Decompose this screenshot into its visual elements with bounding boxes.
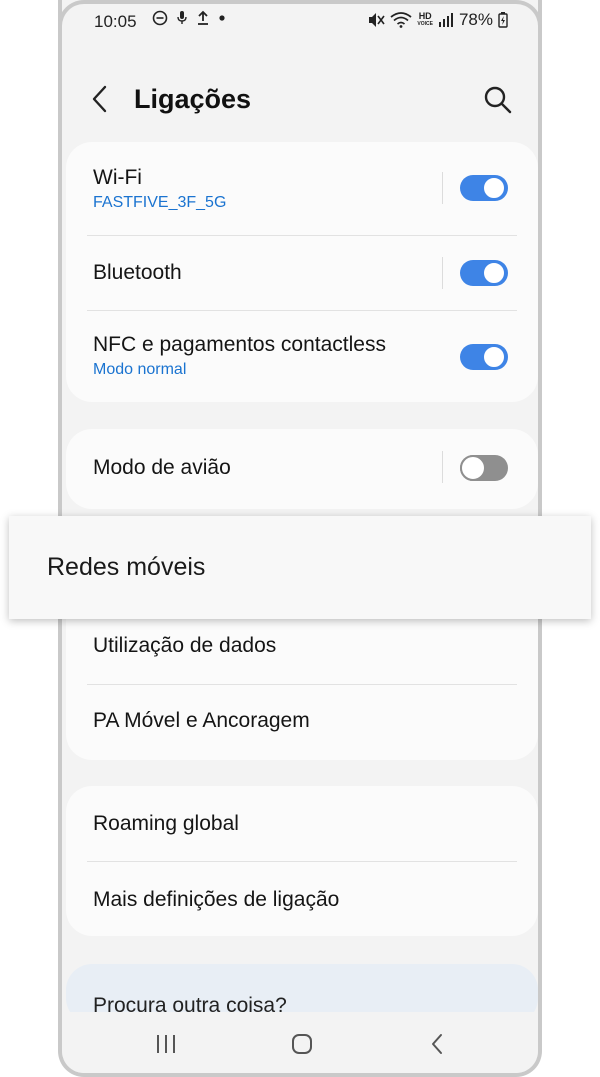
hd-label: HD xyxy=(418,11,432,21)
page-title: Ligações xyxy=(134,84,252,114)
airplane-card: Modo de avião xyxy=(66,429,538,509)
toggle-knob xyxy=(482,345,506,369)
search-icon[interactable] xyxy=(482,84,514,116)
hotspot-label: PA Móvel e Ancoragem xyxy=(93,709,310,732)
hotspot-row[interactable]: PA Móvel e Ancoragem xyxy=(66,685,538,760)
mute-icon xyxy=(369,13,386,27)
voice-label: VOICE xyxy=(417,21,433,27)
wifi-toggle[interactable] xyxy=(460,175,508,201)
hd-voice-icon: HD VOICE xyxy=(417,12,433,28)
toggle-knob xyxy=(460,455,486,481)
upload-icon xyxy=(198,10,208,25)
bluetooth-toggle[interactable] xyxy=(460,260,508,286)
more-card: Roaming global Mais definições de ligaçã… xyxy=(66,786,538,936)
bluetooth-row[interactable]: Bluetooth xyxy=(66,236,538,311)
nav-back-icon[interactable] xyxy=(426,1032,450,1056)
wifi-row[interactable]: Wi-Fi FASTFIVE_3F_5G xyxy=(66,142,538,236)
nfc-toggle[interactable] xyxy=(460,344,508,370)
chevron-left-icon[interactable] xyxy=(88,84,112,114)
battery-charging-icon xyxy=(498,12,508,28)
status-time: 10:05 xyxy=(94,12,137,31)
signal-icon xyxy=(438,13,453,27)
toggle-knob xyxy=(482,261,506,285)
navigation-bar xyxy=(62,1012,538,1073)
airplane-toggle[interactable] xyxy=(460,455,508,481)
dot-icon xyxy=(219,15,225,21)
microphone-icon xyxy=(177,11,187,24)
row-separator xyxy=(442,257,443,289)
toggle-knob xyxy=(482,176,506,200)
nfc-row[interactable]: NFC e pagamentos contactless Modo normal xyxy=(66,311,538,402)
mobile-networks-highlight[interactable]: Redes móveis xyxy=(9,516,591,619)
roaming-label: Roaming global xyxy=(93,812,239,835)
mobile-networks-label: Redes móveis xyxy=(47,553,206,581)
airplane-row[interactable]: Modo de avião xyxy=(66,429,538,509)
more-settings-label: Mais definições de ligação xyxy=(93,888,340,911)
row-separator xyxy=(442,172,443,204)
recents-icon[interactable] xyxy=(154,1032,178,1056)
more-settings-row[interactable]: Mais definições de ligação xyxy=(66,862,538,936)
status-right-icons: HD VOICE 78% xyxy=(367,10,508,30)
data-usage-label: Utilização de dados xyxy=(93,634,277,657)
app-header: Ligações xyxy=(62,70,538,130)
wifi-icon xyxy=(390,12,412,28)
home-icon[interactable] xyxy=(290,1032,314,1056)
row-separator xyxy=(442,451,443,483)
battery-percent: 78% xyxy=(458,10,493,29)
status-bar: 10:05 HD VOICE 78% xyxy=(62,8,538,34)
status-left-icons xyxy=(152,10,226,26)
roaming-row[interactable]: Roaming global xyxy=(66,786,538,862)
connections-card: Wi-Fi FASTFIVE_3F_5G Bluetooth NFC e pag… xyxy=(66,142,538,402)
minus-circle-icon xyxy=(152,10,168,26)
